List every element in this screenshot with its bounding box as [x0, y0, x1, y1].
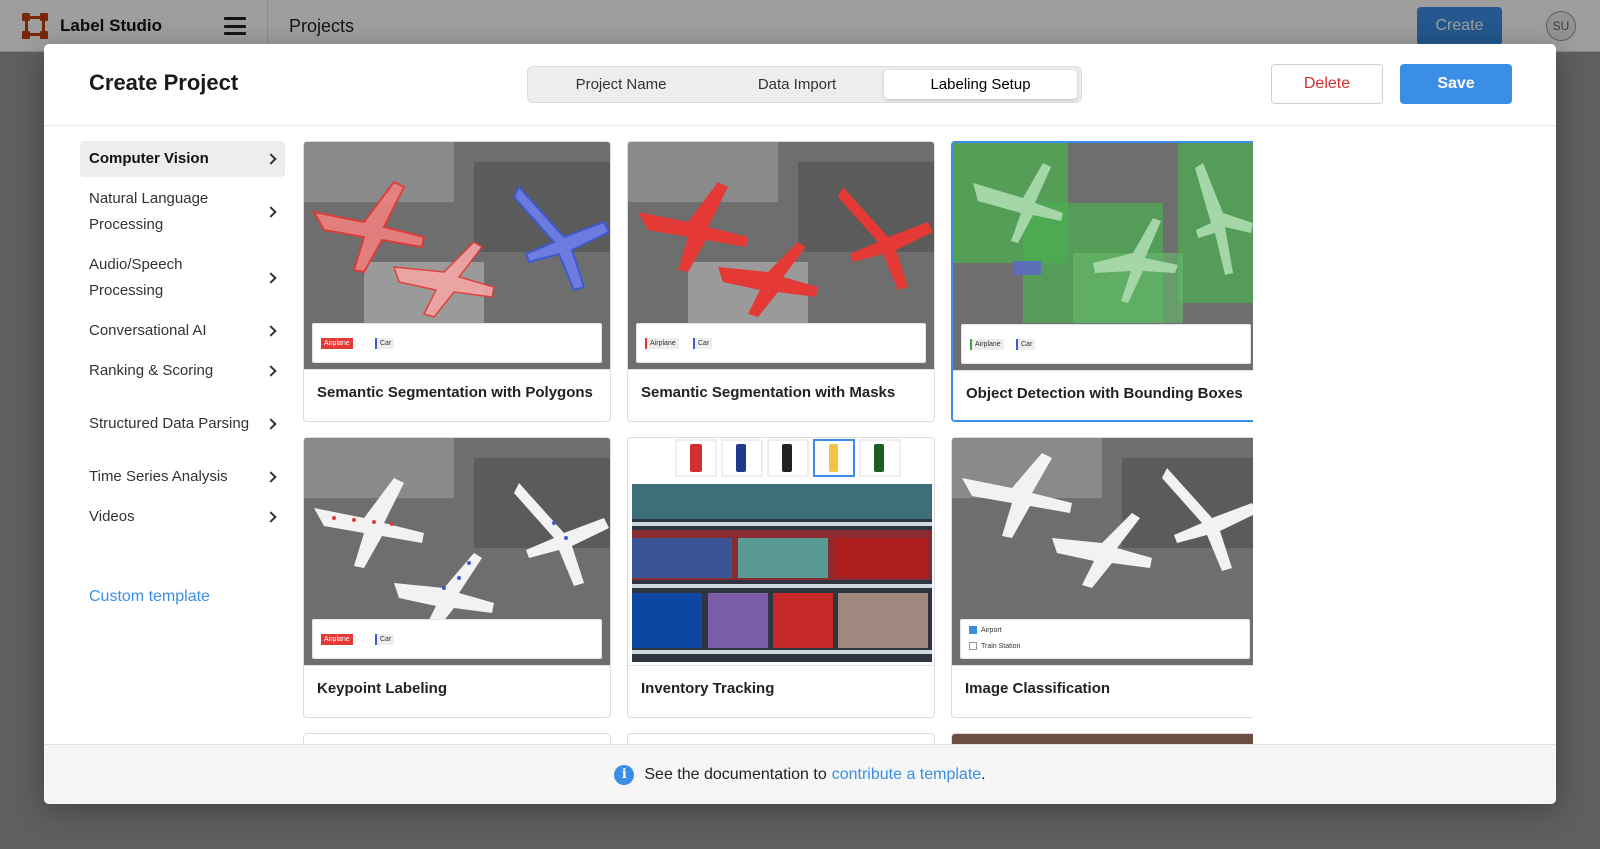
card-divider	[628, 665, 934, 666]
sidebar-item-label: Natural Language Processing	[89, 190, 209, 233]
template-grid: Airplane Car Semantic Segmentation with …	[303, 141, 1253, 789]
choice-train-station: Train Station	[969, 642, 1020, 650]
chevron-right-icon	[265, 511, 277, 523]
label-airplane: Airplane	[645, 338, 679, 349]
sidebar-item-ranking-scoring[interactable]: Ranking & Scoring	[80, 353, 285, 389]
card-divider	[628, 369, 934, 370]
chevron-right-icon	[265, 418, 277, 430]
template-thumbnail: Airplane Car	[304, 142, 610, 369]
template-thumbnail	[628, 438, 934, 665]
chevron-right-icon	[265, 153, 277, 165]
sidebar-item-time-series[interactable]: Time Series Analysis	[80, 459, 285, 495]
sidebar-item-structured-data[interactable]: Structured Data Parsing	[80, 393, 285, 455]
sidebar-item-label: Ranking & Scoring	[89, 362, 214, 379]
label-legend: Airplane Car	[312, 323, 602, 363]
label-legend: Airplane Car	[312, 619, 602, 659]
step-tabs: Project Name Data Import Labeling Setup	[527, 66, 1082, 103]
template-thumbnail: Airplane Car	[953, 143, 1253, 370]
modal-header: Create Project Project Name Data Import …	[44, 44, 1556, 126]
template-category-sidebar: Computer Vision Natural Language Process…	[80, 141, 285, 535]
sidebar-item-label: Conversational AI	[89, 322, 207, 339]
label-car: Car	[375, 634, 395, 645]
template-title: Semantic Segmentation with Masks	[641, 384, 896, 401]
template-card-masks[interactable]: Airplane Car Semantic Segmentation with …	[627, 141, 935, 422]
tab-project-name[interactable]: Project Name	[531, 70, 711, 99]
template-thumbnail: Airplane Car	[304, 438, 610, 665]
custom-template-link[interactable]: Custom template	[89, 588, 210, 606]
label-airplane: Airplane	[321, 634, 353, 645]
footer-text: See the documentation to	[644, 765, 827, 783]
template-title: Semantic Segmentation with Polygons	[317, 384, 593, 401]
sidebar-item-label: Computer Vision	[89, 150, 209, 167]
chevron-right-icon	[265, 471, 277, 483]
save-button[interactable]: Save	[1400, 64, 1512, 104]
sidebar-item-videos[interactable]: Videos	[80, 499, 285, 535]
template-card-keypoints[interactable]: Airplane Car Keypoint Labeling	[303, 437, 611, 718]
footer-suffix: .	[981, 765, 986, 783]
card-divider	[304, 369, 610, 370]
template-title: Keypoint Labeling	[317, 680, 448, 697]
delete-button[interactable]: Delete	[1271, 64, 1383, 104]
template-thumbnail: Airplane Car	[628, 142, 934, 369]
sidebar-item-computer-vision[interactable]: Computer Vision	[80, 141, 285, 177]
chevron-right-icon	[265, 365, 277, 377]
label-airplane: Airplane	[970, 339, 1004, 350]
sidebar-item-conversational-ai[interactable]: Conversational AI	[80, 313, 285, 349]
classification-choices: Airport Train Station	[960, 619, 1250, 659]
choice-airport: Airport	[969, 626, 1002, 634]
chevron-right-icon	[265, 206, 277, 218]
label-car: Car	[1016, 339, 1036, 350]
template-card-polygons[interactable]: Airplane Car Semantic Segmentation with …	[303, 141, 611, 422]
label-car: Car	[375, 338, 395, 349]
modal-title: Create Project	[89, 70, 239, 95]
contribute-template-link[interactable]: contribute a template	[832, 766, 981, 784]
label-car: Car	[693, 338, 713, 349]
sidebar-item-label: Videos	[89, 508, 135, 525]
sidebar-item-nlp[interactable]: Natural Language Processing	[80, 181, 285, 243]
choice-label: Train Station	[981, 642, 1021, 650]
card-divider	[304, 665, 610, 666]
template-title: Inventory Tracking	[641, 680, 775, 697]
sidebar-item-label: Structured Data Parsing	[89, 415, 250, 432]
template-title: Image Classification	[965, 680, 1111, 697]
checkbox-icon	[969, 626, 977, 634]
template-card-bounding-boxes[interactable]: Airplane Car Object Detection with Bound…	[951, 141, 1253, 422]
info-icon: i	[614, 764, 635, 785]
chevron-right-icon	[265, 272, 277, 284]
sidebar-item-audio-speech[interactable]: Audio/Speech Processing	[80, 247, 285, 309]
create-project-modal: Create Project Project Name Data Import …	[44, 44, 1556, 804]
label-legend: Airplane Car	[961, 324, 1251, 364]
template-thumbnail: Airport Train Station	[952, 438, 1253, 665]
card-divider	[952, 665, 1253, 666]
tab-labeling-setup[interactable]: Labeling Setup	[884, 70, 1077, 99]
label-airplane: Airplane	[321, 338, 353, 349]
label-legend: Airplane Car	[636, 323, 926, 363]
template-card-inventory[interactable]: Inventory Tracking	[627, 437, 935, 718]
documentation-footer: i See the documentation to contribute a …	[44, 744, 1556, 804]
template-card-classification[interactable]: Airport Train Station Image Classificati…	[951, 437, 1253, 718]
sidebar-item-label: Time Series Analysis	[89, 468, 228, 485]
card-divider	[953, 370, 1253, 371]
choice-label: Airport	[981, 626, 1002, 634]
template-title: Object Detection with Bounding Boxes	[966, 385, 1243, 402]
tab-data-import[interactable]: Data Import	[711, 70, 883, 99]
checkbox-icon	[969, 642, 977, 650]
chevron-right-icon	[265, 325, 277, 337]
sidebar-item-label: Audio/Speech Processing	[89, 256, 183, 299]
